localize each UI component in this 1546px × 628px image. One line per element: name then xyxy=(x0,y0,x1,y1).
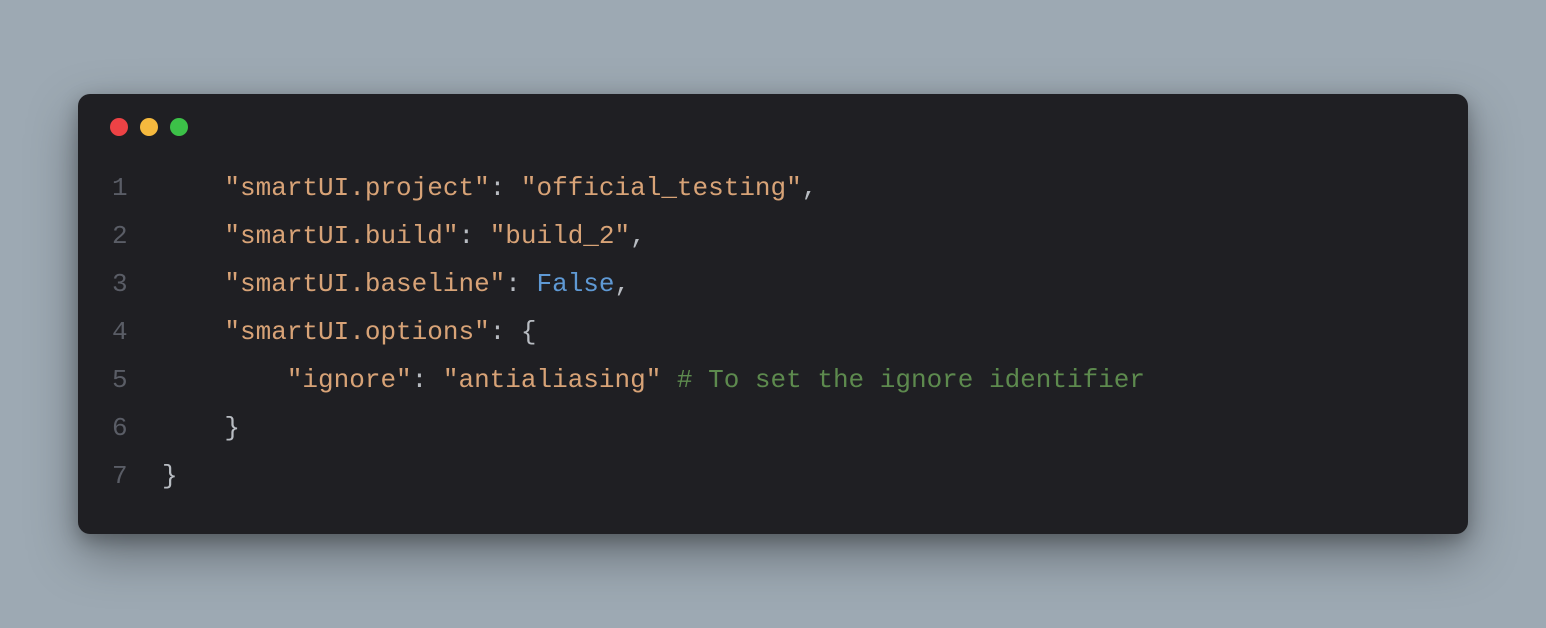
window-titlebar xyxy=(106,118,1440,136)
token-punc: , xyxy=(630,221,646,251)
code-line: 5 "ignore": "antialiasing" # To set the … xyxy=(106,356,1440,404)
indent xyxy=(162,269,224,299)
code-window: 1 "smartUI.project": "official_testing",… xyxy=(78,94,1468,535)
line-content: "smartUI.project": "official_testing", xyxy=(162,164,817,212)
token-kw: False xyxy=(537,269,615,299)
minimize-icon[interactable] xyxy=(140,118,158,136)
indent xyxy=(162,365,287,395)
line-content: } xyxy=(162,404,240,452)
line-content: } xyxy=(162,452,178,500)
line-number: 3 xyxy=(106,260,162,308)
token-str: "antialiasing" xyxy=(443,365,661,395)
token-punc: : xyxy=(458,221,489,251)
indent xyxy=(162,317,224,347)
indent xyxy=(162,413,224,443)
line-number: 7 xyxy=(106,452,162,500)
token-str: "official_testing" xyxy=(521,173,802,203)
code-line: 2 "smartUI.build": "build_2", xyxy=(106,212,1440,260)
line-number: 5 xyxy=(106,356,162,404)
code-line: 3 "smartUI.baseline": False, xyxy=(106,260,1440,308)
line-content: "smartUI.options": { xyxy=(162,308,536,356)
line-number: 1 xyxy=(106,164,162,212)
code-line: 7} xyxy=(106,452,1440,500)
token-punc: : { xyxy=(490,317,537,347)
indent xyxy=(162,221,224,251)
token-str: "smartUI.options" xyxy=(224,317,489,347)
token-punc: : xyxy=(505,269,536,299)
code-line: 4 "smartUI.options": { xyxy=(106,308,1440,356)
line-number: 2 xyxy=(106,212,162,260)
zoom-icon[interactable] xyxy=(170,118,188,136)
code-block[interactable]: 1 "smartUI.project": "official_testing",… xyxy=(106,164,1440,501)
token-punc: , xyxy=(802,173,818,203)
code-line: 6 } xyxy=(106,404,1440,452)
code-line: 1 "smartUI.project": "official_testing", xyxy=(106,164,1440,212)
token-punc: } xyxy=(224,413,240,443)
token-punc: : xyxy=(490,173,521,203)
token-str: "smartUI.baseline" xyxy=(224,269,505,299)
line-content: "ignore": "antialiasing" # To set the ig… xyxy=(162,356,1145,404)
line-content: "smartUI.baseline": False, xyxy=(162,260,630,308)
token-str: "ignore" xyxy=(287,365,412,395)
token-str: "smartUI.project" xyxy=(224,173,489,203)
token-str: "smartUI.build" xyxy=(224,221,458,251)
line-number: 6 xyxy=(106,404,162,452)
close-icon[interactable] xyxy=(110,118,128,136)
token-comment: # To set the ignore identifier xyxy=(677,365,1145,395)
indent xyxy=(162,173,224,203)
line-number: 4 xyxy=(106,308,162,356)
token-punc xyxy=(661,365,677,395)
token-punc: , xyxy=(615,269,631,299)
line-content: "smartUI.build": "build_2", xyxy=(162,212,646,260)
token-punc: } xyxy=(162,461,178,491)
token-punc: : xyxy=(412,365,443,395)
token-str: "build_2" xyxy=(490,221,630,251)
